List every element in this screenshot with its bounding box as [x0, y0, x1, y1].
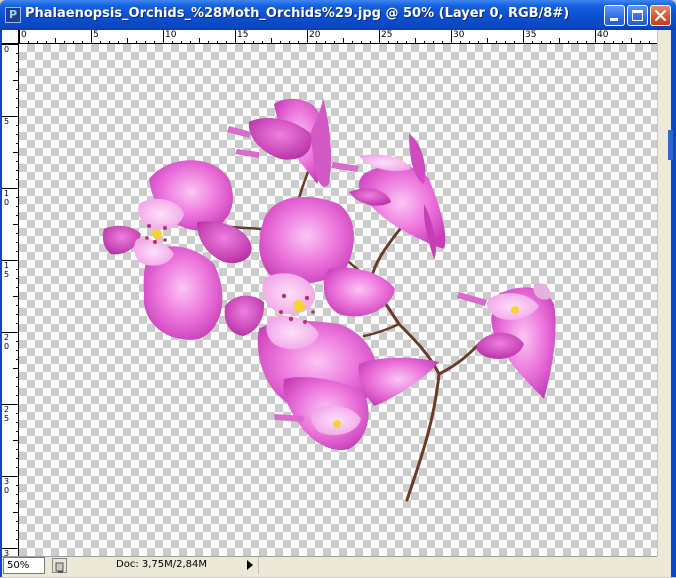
horizontal-ruler[interactable]: 0 5 10 15 20 25 30 35 40 [19, 30, 657, 44]
document-size-info: Doc: 3,75M/2,84M [72, 557, 240, 574]
photoshop-doc-icon[interactable]: P [5, 7, 21, 23]
ruler-label: 2 [3, 333, 10, 342]
ruler-label: 30 [453, 30, 465, 40]
orchid-image [102, 94, 556, 502]
status-menu-icon [55, 562, 64, 573]
ruler-label: 0 [3, 45, 10, 54]
ruler-label: 3 [3, 477, 10, 486]
zoom-input[interactable]: 50% [3, 557, 45, 574]
vertical-scroll-thumb[interactable] [668, 130, 673, 160]
ruler-label: 10 [165, 30, 177, 40]
minimize-icon [610, 18, 618, 21]
status-menu-button[interactable] [52, 558, 67, 573]
orchid-flower-right [457, 283, 556, 399]
ruler-label: 40 [597, 30, 609, 40]
window-frame-right [671, 30, 676, 577]
vertical-scrollbar[interactable] [657, 30, 671, 556]
ruler-label: 35 [525, 30, 537, 40]
ruler-label: 25 [381, 30, 393, 40]
maximize-icon [632, 10, 643, 21]
ruler-label: 0 [3, 198, 10, 207]
maximize-button[interactable] [627, 5, 648, 26]
ruler-label: 20 [309, 30, 321, 40]
horizontal-scrollbar[interactable] [258, 557, 658, 574]
ruler-label: 5 [3, 270, 10, 279]
ruler-label: 1 [3, 261, 10, 270]
ruler-label: 5 [3, 414, 10, 423]
close-button[interactable] [650, 5, 671, 26]
document-canvas[interactable] [19, 44, 657, 556]
ruler-label: 2 [3, 405, 10, 414]
ruler-label: 0 [3, 342, 10, 351]
ruler-label: 0 [21, 30, 27, 40]
arrow-right-icon[interactable] [247, 560, 253, 570]
minimize-button[interactable] [604, 5, 625, 26]
ruler-origin[interactable] [2, 30, 19, 44]
ruler-label: 15 [237, 30, 249, 40]
resize-grip[interactable] [657, 556, 671, 577]
ruler-label: 0 [3, 486, 10, 495]
close-icon [654, 9, 667, 22]
orchid-flower-top [227, 94, 332, 187]
ruler-label: 5 [3, 117, 10, 126]
ruler-label: 5 [93, 30, 99, 40]
window-title: Phalaenopsis_Orchids_%28Moth_Orchids%29.… [25, 6, 570, 21]
ruler-label: 1 [3, 189, 10, 198]
title-bar: P Phalaenopsis_Orchids_%28Moth_Orchids%2… [0, 0, 676, 30]
vertical-ruler[interactable]: 05101520253035 [2, 44, 19, 556]
